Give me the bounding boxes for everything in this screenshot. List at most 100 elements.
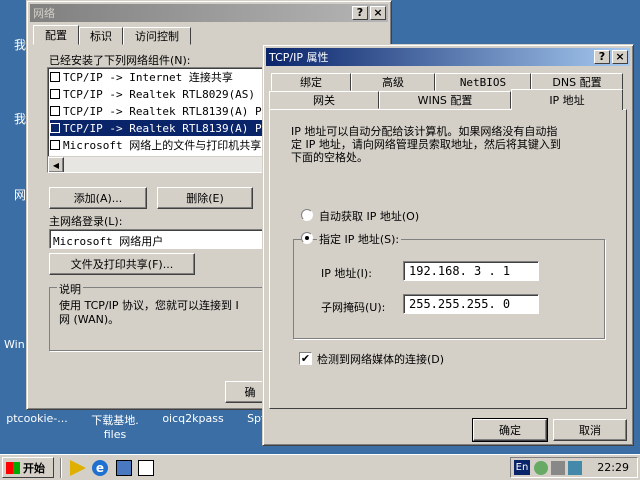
file-print-sharing-button[interactable]: 文件及打印共享(F)... [49, 253, 195, 275]
radio-selected-dot [305, 236, 309, 240]
tcpip-properties-window: TCP/IP 属性 ? × 绑定 高级 NetBIOS DNS 配置 网关 WI… [262, 44, 634, 446]
protocol-icon [50, 123, 60, 133]
tcpip-titlebar[interactable]: TCP/IP 属性 ? × [266, 48, 630, 66]
monitor-tray-icon[interactable] [568, 461, 582, 475]
internet-explorer-icon[interactable]: e [92, 460, 108, 476]
taskbar-separator [60, 458, 62, 478]
subnet-mask-value: 255.255.255. 0 [409, 297, 511, 311]
list-item-label: TCP/IP -> Realtek RTL8139(A) PCI [63, 121, 267, 135]
add-button-label: 添加(A)... [73, 192, 123, 205]
ip-intro-text: IP 地址可以自动分配给该计算机。如果网络没有自动指 定 IP 地址，请向网络管… [291, 125, 561, 164]
primary-logon-value: Microsoft 网络用户 [53, 235, 164, 248]
list-item[interactable]: TCP/IP -> Realtek RTL8029(AS) PCI [50, 86, 266, 102]
network-title: 网络 [33, 7, 55, 20]
network-ok-label: 确 [244, 386, 256, 399]
list-item[interactable]: Microsoft 网络上的文件与打印机共享 [50, 137, 261, 153]
outlook-express-icon[interactable] [138, 460, 154, 476]
help-button[interactable]: ? [594, 50, 610, 64]
tcpip-ok-label: 确定 [499, 424, 521, 437]
primary-logon-label: 主网络登录(L): [49, 215, 123, 228]
media-player-icon[interactable] [70, 460, 86, 476]
clock[interactable]: 22:29 [597, 461, 629, 474]
auto-ip-radio[interactable] [301, 209, 313, 221]
primary-logon-select[interactable]: Microsoft 网络用户 [49, 229, 267, 249]
desktop-icon-download-files[interactable]: 下载基地. files [80, 412, 150, 441]
desktop-icon-oicq2kpass[interactable]: oicq2kpass [156, 412, 230, 425]
tab-config[interactable]: 配置 [33, 25, 79, 45]
protocol-icon [50, 89, 60, 99]
start-button[interactable]: 开始 [2, 457, 54, 478]
ip-address-field[interactable]: 192.168. 3 . 1 [403, 261, 539, 281]
protocol-icon [50, 72, 60, 82]
list-item-label: TCP/IP -> Realtek RTL8139(A) PCI [63, 104, 267, 118]
taskbar: 开始 e En 22:29 [0, 454, 640, 480]
language-label: En [515, 462, 529, 473]
tcpip-cancel-label: 取消 [579, 424, 601, 437]
remove-button[interactable]: 删除(E) [157, 187, 253, 209]
tab-dns-config-label: DNS 配置 [552, 76, 602, 89]
volume-tray-icon[interactable] [551, 461, 565, 475]
ip-address-label: IP 地址(I): [321, 267, 372, 280]
close-button[interactable]: × [370, 6, 386, 20]
network-tray-icon[interactable] [534, 461, 548, 475]
tcpip-cancel-button[interactable]: 取消 [553, 419, 627, 441]
desktop-label-2: 我 [14, 112, 27, 126]
language-indicator[interactable]: En [514, 460, 530, 475]
tab-advanced-label: 高级 [382, 76, 404, 89]
tab-bindings-label: 绑定 [300, 76, 322, 89]
tab-advanced[interactable]: 高级 [351, 73, 435, 91]
add-button[interactable]: 添加(A)... [49, 187, 147, 209]
detect-media-label[interactable]: 检测到网络媒体的连接(D) [317, 351, 444, 367]
file-share-icon [50, 140, 60, 150]
components-list[interactable]: TCP/IP -> Internet 连接共享 TCP/IP -> Realte… [47, 67, 267, 173]
remove-button-label: 删除(E) [186, 192, 224, 205]
tcpip-title: TCP/IP 属性 [269, 51, 329, 64]
detect-media-checkbox[interactable]: ✔ [299, 352, 312, 365]
show-desktop-icon[interactable] [116, 460, 132, 476]
tab-access-control[interactable]: 访问控制 [123, 27, 191, 45]
close-button[interactable]: × [612, 50, 628, 64]
list-item[interactable]: TCP/IP -> Realtek RTL8139(A) PCI [50, 103, 267, 119]
specify-ip-radio[interactable] [301, 232, 313, 244]
tab-wins-config[interactable]: WINS 配置 [379, 91, 511, 109]
start-label: 开始 [23, 461, 45, 475]
auto-ip-label[interactable]: 自动获取 IP 地址(O) [319, 208, 419, 224]
tab-access-control-label: 访问控制 [135, 30, 179, 43]
tab-gateway[interactable]: 网关 [269, 91, 379, 109]
tab-ip-address[interactable]: IP 地址 [511, 89, 623, 110]
description-text: 使用 TCP/IP 协议，您就可以连接到 I 网 (WAN)。 [59, 299, 239, 326]
description-legend: 说明 [57, 281, 83, 297]
tab-identification[interactable]: 标识 [79, 27, 123, 45]
specify-ip-group [293, 239, 605, 339]
tab-gateway-label: 网关 [313, 94, 335, 107]
list-item-selected[interactable]: TCP/IP -> Realtek RTL8139(A) PCI [50, 120, 267, 136]
close-icon: × [615, 50, 625, 63]
network-titlebar[interactable]: 网络 ? × [30, 4, 388, 22]
tab-netbios-label: NetBIOS [459, 75, 507, 89]
help-button[interactable]: ? [352, 6, 368, 20]
tab-identification-label: 标识 [90, 30, 112, 43]
desktop-label-4: Win [4, 338, 25, 351]
scroll-left-button[interactable]: ◀ [48, 157, 64, 172]
tcpip-ok-button[interactable]: 确定 [472, 418, 548, 442]
specify-ip-label[interactable]: 指定 IP 地址(S): [317, 231, 402, 247]
tab-ip-address-label: IP 地址 [549, 94, 585, 107]
list-item[interactable]: TCP/IP -> Internet 连接共享 [50, 69, 233, 85]
subnet-mask-label: 子网掩码(U): [321, 301, 386, 314]
list-item-label: Microsoft 网络上的文件与打印机共享 [63, 139, 262, 152]
desktop-icon-ptcookie[interactable]: ptcookie-... [0, 412, 74, 425]
windows-logo-icon [6, 461, 20, 474]
horizontal-scrollbar[interactable]: ◀ [48, 156, 266, 172]
desktop-label-3: 网 [14, 188, 27, 202]
help-icon: ? [598, 50, 606, 63]
tab-config-label: 配置 [45, 29, 67, 42]
file-print-sharing-label: 文件及打印共享(F)... [70, 258, 174, 271]
ip-address-value: 192.168. 3 . 1 [409, 264, 511, 278]
list-item-label: TCP/IP -> Internet 连接共享 [63, 71, 233, 84]
subnet-mask-field[interactable]: 255.255.255. 0 [403, 294, 539, 314]
tab-bindings[interactable]: 绑定 [271, 73, 351, 91]
system-tray: En 22:29 [510, 457, 638, 478]
tab-wins-config-label: WINS 配置 [417, 94, 473, 107]
installed-components-label: 已经安装了下列网络组件(N): [49, 54, 191, 67]
protocol-icon [50, 106, 60, 116]
